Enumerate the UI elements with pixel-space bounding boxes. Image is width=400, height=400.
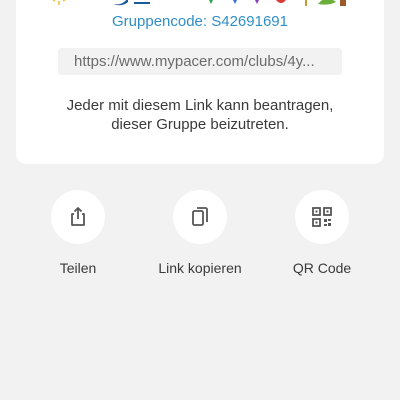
copy-link-label: Link kopieren (158, 260, 242, 276)
invite-info-line-2: dieser Gruppe beizutreten. (111, 116, 289, 133)
group-code: Gruppencode: S42691691 (112, 13, 288, 30)
invite-info-text: Jeder mit diesem Link kann beantragen, d… (16, 96, 384, 134)
invite-info-line-1: Jeder mit diesem Link kann beantragen, (66, 97, 334, 114)
qr-code-label: QR Code (292, 260, 352, 276)
green-badge-icon (209, 0, 213, 4)
invite-link-field[interactable]: https://www.mypacer.com/clubs/4y... (58, 48, 342, 75)
copy-link-button[interactable] (173, 190, 227, 244)
club-badges-strip (16, 0, 384, 6)
red-badge-icon (276, 0, 286, 3)
purple-badge-icon (255, 0, 259, 4)
blue-badge-icon (233, 0, 237, 4)
share-label: Teilen (59, 260, 97, 276)
qr-code-button[interactable] (295, 190, 349, 244)
copy-icon (192, 207, 208, 226)
invite-card: Gruppencode: S42691691 https://www.mypac… (16, 0, 384, 164)
brown-badge-icon (340, 0, 346, 6)
wave-badge-icon (114, 0, 150, 6)
bar-badge-icon (305, 0, 307, 6)
leaf-badge-icon (318, 0, 336, 5)
sun-badge-icon (52, 0, 66, 5)
share-icon (71, 207, 85, 226)
qr-code-action[interactable]: QR Code (262, 190, 382, 276)
qr-code-icon (312, 207, 332, 227)
copy-link-action[interactable]: Link kopieren (140, 190, 260, 276)
share-action[interactable]: Teilen (18, 190, 138, 276)
share-button[interactable] (51, 190, 105, 244)
